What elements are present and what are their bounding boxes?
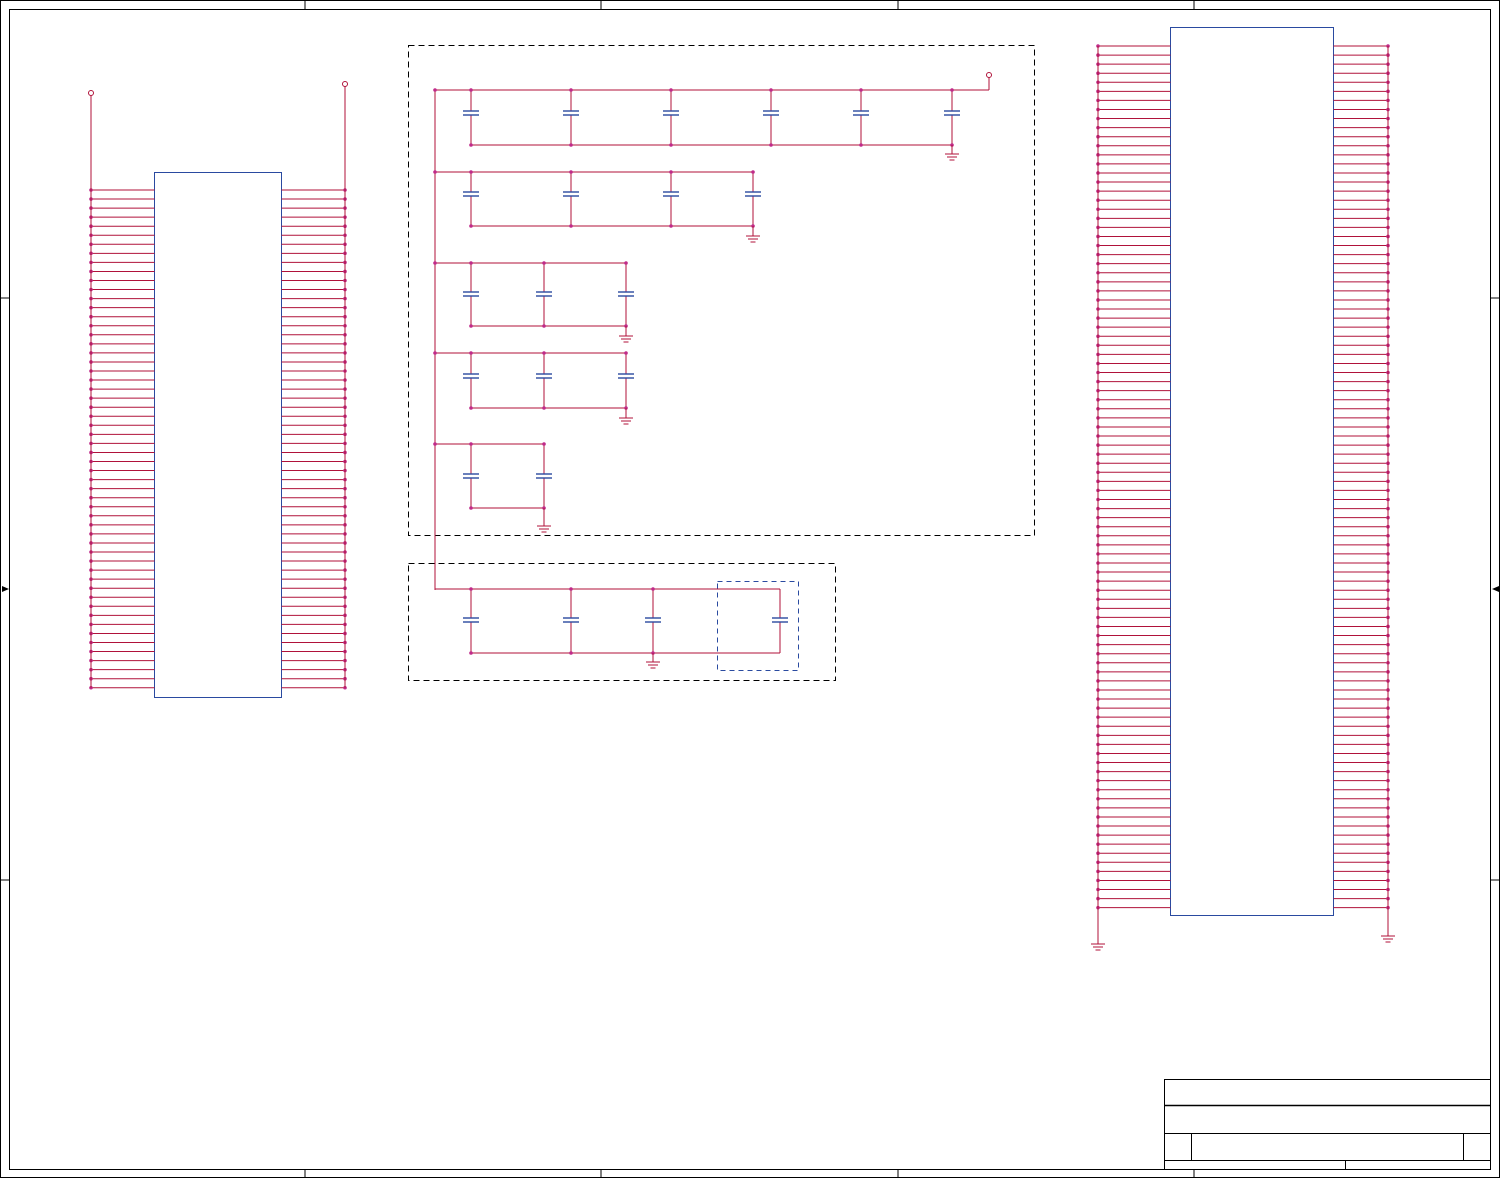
capacitor-symbol <box>618 373 634 379</box>
capacitor-symbol <box>536 473 552 479</box>
net-node <box>651 587 655 591</box>
net-node <box>569 224 573 228</box>
net-node <box>542 442 546 446</box>
net-node <box>569 651 573 655</box>
net-node <box>569 143 573 147</box>
capacitor-symbol <box>463 373 479 379</box>
net-node <box>669 224 673 228</box>
net-node <box>950 88 954 92</box>
bulk-capacitor-group <box>408 563 836 681</box>
ground-symbol <box>945 150 959 161</box>
capacitor-symbol <box>536 373 552 379</box>
zone-arrow <box>1492 586 1499 592</box>
capacitor-symbol <box>463 473 479 479</box>
net-node <box>542 351 546 355</box>
net-node <box>469 442 473 446</box>
net-node <box>542 261 546 265</box>
capacitor-symbol <box>563 617 579 623</box>
net-node <box>433 88 437 92</box>
right-connector-header <box>1091 27 1395 951</box>
net-node <box>569 88 573 92</box>
net-node <box>469 587 473 591</box>
capacitor-symbol <box>536 291 552 297</box>
title-block <box>1164 1079 1491 1170</box>
capacitor-symbol <box>853 110 869 116</box>
capacitor-symbol <box>763 110 779 116</box>
net-node <box>624 261 628 265</box>
net-node <box>469 143 473 147</box>
net-node <box>469 651 473 655</box>
net-node <box>859 143 863 147</box>
net-node <box>469 324 473 328</box>
net-node <box>433 351 437 355</box>
schematic-sheet <box>0 0 1501 1179</box>
capacitor-symbol <box>745 191 761 197</box>
net-node <box>433 442 437 446</box>
net-node <box>569 170 573 174</box>
decoupling-group-outline <box>408 45 1035 536</box>
capacitor-symbol <box>463 110 479 116</box>
net-node <box>859 88 863 92</box>
net-node <box>542 406 546 410</box>
net-node <box>669 170 673 174</box>
capacitor-symbol <box>645 617 661 623</box>
capacitor-symbol <box>663 191 679 197</box>
net-node <box>624 351 628 355</box>
capacitor-symbol <box>463 617 479 623</box>
net-node <box>469 506 473 510</box>
capacitor-symbol <box>663 110 679 116</box>
net-node <box>769 88 773 92</box>
ground-symbol <box>1091 940 1105 951</box>
ground-symbol <box>646 658 660 669</box>
net-node <box>669 143 673 147</box>
ground-symbol <box>746 232 760 243</box>
net-node <box>469 351 473 355</box>
capacitor-symbol <box>563 191 579 197</box>
ground-symbol <box>537 522 551 533</box>
net-node <box>669 88 673 92</box>
optional-capacitor-outline <box>717 581 799 671</box>
capacitor-symbol <box>944 110 960 116</box>
power-port-symbol <box>342 81 348 87</box>
capacitor-symbol <box>463 291 479 297</box>
capacitor-symbol <box>563 110 579 116</box>
net-node <box>433 170 437 174</box>
power-port-symbol <box>986 72 992 78</box>
ground-symbol <box>619 414 633 425</box>
net-node <box>469 224 473 228</box>
power-port-symbol <box>88 90 94 96</box>
net-node <box>433 261 437 265</box>
ground-symbol <box>619 332 633 343</box>
net-node <box>469 406 473 410</box>
right-header-body <box>1170 27 1334 916</box>
net-node <box>769 143 773 147</box>
net-node <box>469 170 473 174</box>
capacitor-symbol <box>772 617 788 623</box>
net-node <box>569 587 573 591</box>
left-header-body <box>154 172 282 698</box>
decoupling-capacitor-group <box>408 45 1035 590</box>
ground-symbol <box>1381 932 1395 943</box>
title-block-box <box>1164 1079 1491 1170</box>
capacitor-symbol <box>463 191 479 197</box>
left-connector-header <box>88 81 348 698</box>
net-node <box>469 88 473 92</box>
zone-arrow <box>2 586 9 592</box>
net-node <box>542 324 546 328</box>
schematic-canvas <box>0 0 1500 1178</box>
net-node <box>751 170 755 174</box>
net-node <box>469 261 473 265</box>
capacitor-symbol <box>618 291 634 297</box>
